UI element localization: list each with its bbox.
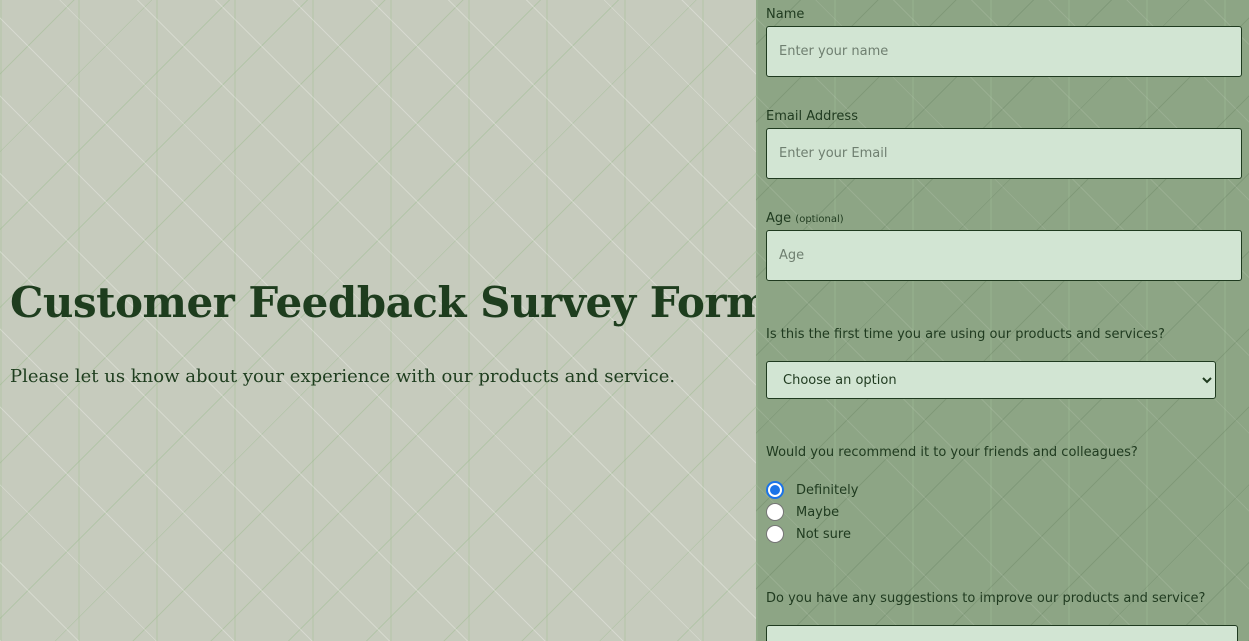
- first-time-select[interactable]: Choose an option: [766, 361, 1216, 399]
- page-title: Customer Feedback Survey Form: [10, 278, 770, 327]
- page-subtitle: Please let us know about your experience…: [10, 366, 676, 387]
- age-label-text: Age: [766, 211, 792, 226]
- recommend-question: Would you recommend it to your friends a…: [766, 445, 1138, 460]
- suggestions-question: Do you have any suggestions to improve o…: [766, 591, 1206, 606]
- radio-button-not-sure[interactable]: [766, 525, 784, 543]
- name-label: Name: [766, 7, 805, 22]
- recommend-option-maybe[interactable]: Maybe: [766, 503, 839, 521]
- email-label: Email Address: [766, 109, 858, 124]
- age-optional-hint: (optional): [795, 214, 844, 225]
- intro-panel: Customer Feedback Survey Form Please let…: [0, 0, 770, 641]
- radio-button-maybe[interactable]: [766, 503, 784, 521]
- age-input[interactable]: [766, 230, 1242, 281]
- radio-label-maybe: Maybe: [796, 504, 840, 520]
- age-label: Age (optional): [766, 211, 844, 226]
- suggestions-textarea[interactable]: [766, 625, 1238, 641]
- radio-label-not-sure: Not sure: [796, 526, 851, 542]
- first-time-question: Is this the first time you are using our…: [766, 327, 1165, 342]
- survey-form: Name Email Address Age (optional) Is thi…: [756, 0, 1249, 641]
- name-input[interactable]: [766, 26, 1242, 77]
- radio-button-definitely[interactable]: [766, 481, 784, 499]
- recommend-option-not-sure[interactable]: Not sure: [766, 525, 851, 543]
- email-input[interactable]: [766, 128, 1242, 179]
- radio-label-definitely: Definitely: [796, 482, 859, 498]
- recommend-option-definitely[interactable]: Definitely: [766, 481, 858, 499]
